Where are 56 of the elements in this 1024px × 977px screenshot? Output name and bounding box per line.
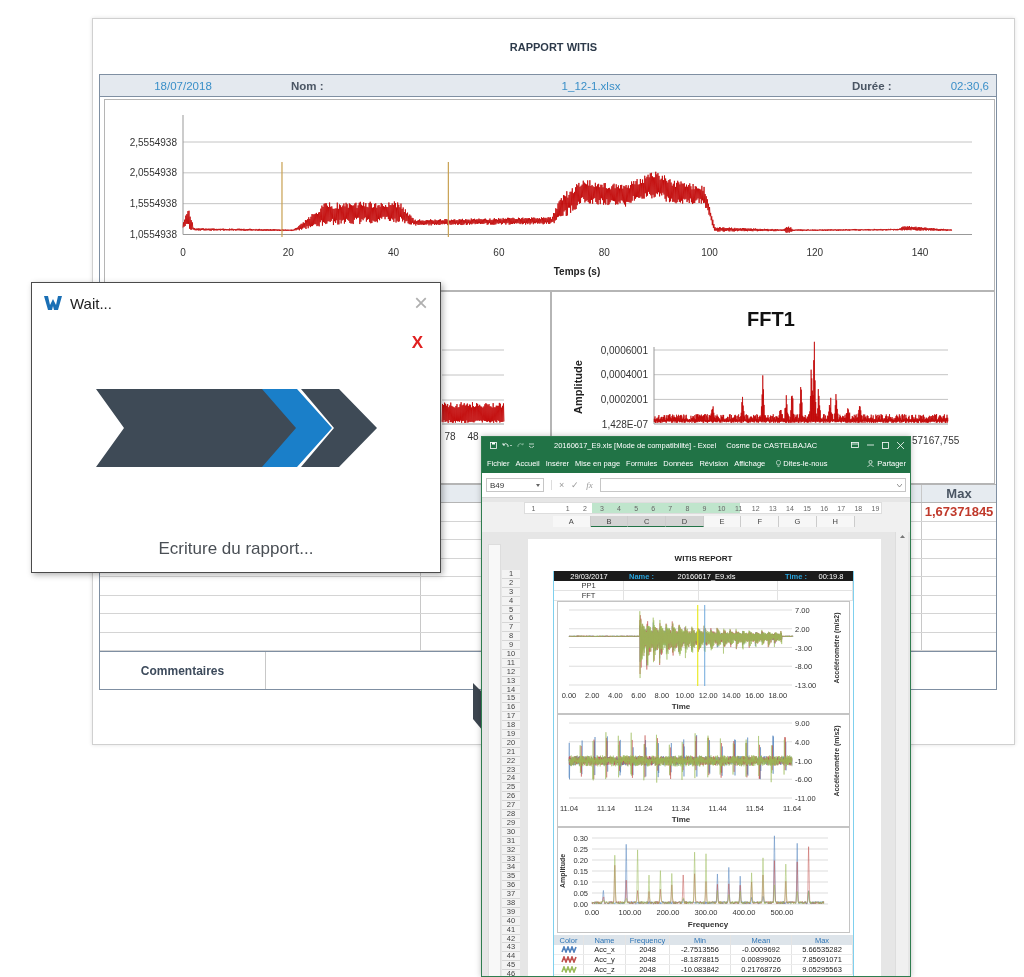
tick-label: 57167,755 <box>912 435 960 446</box>
field-label: Nom : <box>290 79 325 92</box>
tick-label: 0,0004001 <box>600 369 648 381</box>
dialog-title: Wait... <box>70 294 112 312</box>
axis-line <box>441 423 505 425</box>
status-message: Ecriture du rapport... <box>158 538 314 560</box>
formula-field[interactable] <box>599 478 906 492</box>
name-box[interactable]: B49 <box>486 478 544 492</box>
tick-label: 0,0002001 <box>600 393 648 405</box>
axis-title: Time <box>671 702 691 711</box>
tick-label: 1,428E-07 <box>601 418 648 430</box>
lightbulb-icon <box>776 459 782 467</box>
report-title: RAPPORT WITIS <box>509 40 598 53</box>
comments-label: Commentaires <box>140 663 225 678</box>
maximize-icon[interactable] <box>882 441 889 449</box>
tick-label: 78 <box>444 431 456 442</box>
column-header: Max <box>946 486 972 501</box>
caret-icon[interactable] <box>529 442 534 448</box>
tick-label: 2,5554938 <box>129 136 177 148</box>
file-name: 1_12-1.xlsx <box>561 79 621 92</box>
tick-label: 0 <box>180 247 186 258</box>
duration-text: 02:30,6 <box>950 79 990 92</box>
tick-label: 48 <box>467 431 479 442</box>
tick-label: 1,5554938 <box>129 198 177 210</box>
tick-label: 140 <box>911 247 929 258</box>
field-label: Durée : <box>851 79 893 92</box>
close-icon[interactable] <box>897 441 904 449</box>
tick-label: 100 <box>701 247 718 258</box>
axis-title: Frequency <box>687 920 729 929</box>
date-text: 18/07/2018 <box>154 79 212 92</box>
save-icon[interactable] <box>490 441 497 449</box>
scrollbar[interactable] <box>895 532 908 976</box>
tick-label: 20 <box>282 247 294 258</box>
tick-label: 1,0554938 <box>129 229 177 240</box>
axis-title: Amplitude <box>572 360 584 414</box>
chart-title: FFT1 <box>747 308 795 330</box>
logo-icon <box>44 295 62 311</box>
scroll-up-icon[interactable] <box>899 535 905 538</box>
redo-icon <box>517 441 524 449</box>
waveform <box>441 401 505 424</box>
report-title: WITIS REPORT <box>674 553 733 563</box>
dropdown-caret-icon[interactable] <box>897 483 902 487</box>
tick-label: 80 <box>598 247 610 258</box>
ribbon-display-icon[interactable] <box>851 442 859 448</box>
minimize-icon[interactable] <box>867 442 874 448</box>
tick-label: 60 <box>493 247 505 258</box>
tick-label: 40 <box>388 247 400 258</box>
table-cell: 1,67371845 <box>924 504 994 520</box>
tick-label: 120 <box>806 247 824 258</box>
cancel-button[interactable]: X <box>411 333 423 353</box>
tick-label: 0,0006001 <box>600 344 648 356</box>
undo-icon[interactable] <box>502 441 512 449</box>
tick-label: 2,0554938 <box>129 167 177 179</box>
axis-title: Temps (s) <box>553 266 601 277</box>
person-icon <box>867 459 875 467</box>
axis-title: Time <box>671 815 691 824</box>
